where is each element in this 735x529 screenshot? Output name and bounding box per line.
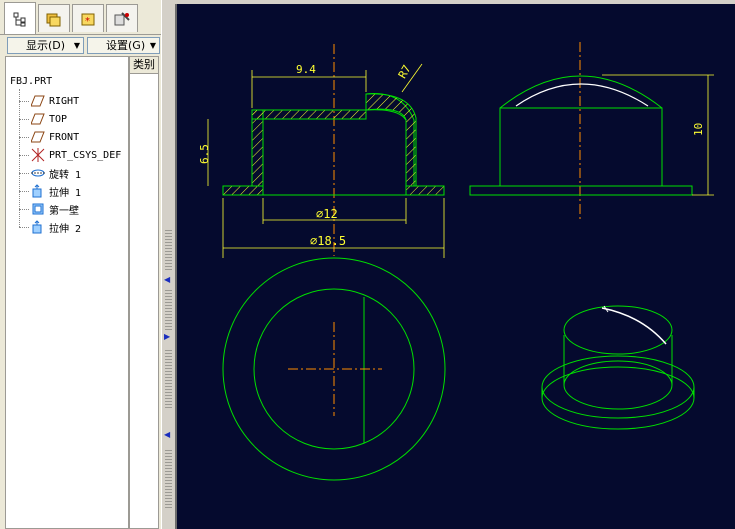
- display-menu-button[interactable]: 显示(D) ▼: [7, 37, 84, 54]
- tree-connector: [19, 227, 29, 228]
- hatch-right-flange: [405, 185, 445, 196]
- tree-item-label: 拉伸 1: [49, 187, 82, 199]
- chevron-left-icon[interactable]: ◀: [164, 430, 170, 439]
- dim-height-left: 6.5: [198, 144, 211, 164]
- tree-item-shell[interactable]: 第一壁: [30, 201, 79, 217]
- front-view: 10: [469, 42, 714, 222]
- tree-column-header[interactable]: 类别: [130, 57, 158, 74]
- tree-connector: [19, 173, 29, 174]
- model-tree-panel: * 显示(D) ▼ 设置(G) ▼ FBJ.PRT RIGHT TOP FRON…: [0, 0, 161, 529]
- chevron-down-icon: ▼: [149, 41, 156, 50]
- datum-plane-icon: [30, 112, 46, 126]
- display-menu-label: 显示(D): [26, 39, 66, 52]
- drawing-canvas[interactable]: 9.4 R7 6.5 ⌀12 ⌀18.5 10: [175, 4, 735, 529]
- tree-item-label: 拉伸 2: [49, 223, 82, 235]
- tree-connector: [19, 101, 29, 102]
- tree-column: 类别: [129, 56, 159, 529]
- tree-item-revolve[interactable]: 旋转 1: [30, 165, 81, 181]
- favorites-tab[interactable]: *: [72, 4, 104, 32]
- settings-menu-label: 设置(G): [106, 39, 146, 52]
- isometric-view: [541, 305, 695, 430]
- favorites-icon: *: [81, 13, 95, 27]
- tree-connector: [19, 89, 20, 227]
- chevron-down-icon: ▼: [73, 41, 80, 50]
- tree-item-label: 第一壁: [49, 205, 79, 217]
- extrude-icon: [30, 220, 46, 234]
- splitter-grip: [165, 230, 172, 270]
- tree-item-extrude-1[interactable]: 拉伸 1: [30, 183, 81, 199]
- tree-item-label: RIGHT: [49, 95, 80, 107]
- chevron-left-icon[interactable]: ◀: [164, 275, 170, 284]
- section-view: 9.4 R7 6.5 ⌀12 ⌀18.5: [198, 44, 445, 258]
- drawing-svg: 9.4 R7 6.5 ⌀12 ⌀18.5 10: [198, 42, 714, 481]
- tree-item-label: 旋转 1: [49, 169, 82, 181]
- tree-connector: [19, 155, 29, 156]
- dim-width-top: 9.4: [296, 63, 316, 76]
- splitter-grip: [165, 350, 172, 410]
- hatch-left-wall: [251, 109, 264, 187]
- tree-connector: [19, 209, 29, 210]
- shell-icon: [30, 202, 46, 216]
- tree-item-front[interactable]: FRONT: [30, 129, 79, 145]
- panel-splitter[interactable]: ◀ ▶ ◀: [161, 0, 176, 529]
- datum-plane-icon: [30, 94, 46, 108]
- extrude-icon: [30, 184, 46, 198]
- connections-icon: [114, 11, 130, 25]
- tree-item-label: PRT_CSYS_DEF: [49, 149, 122, 161]
- tree-item-label: FRONT: [49, 131, 80, 143]
- model-tree: FBJ.PRT RIGHT TOP FRONT PRT_CSYS_DEF 旋转 …: [5, 56, 129, 529]
- top-view: [222, 257, 446, 481]
- folder-browser-tab[interactable]: [38, 4, 70, 32]
- navigator-tabs: *: [0, 0, 161, 34]
- datum-plane-icon: [30, 130, 46, 144]
- tree-connector: [19, 119, 29, 120]
- hatch-left-flange: [222, 185, 264, 196]
- folder-icon: [46, 13, 61, 26]
- tree-root-item[interactable]: FBJ.PRT: [10, 76, 52, 87]
- hatch-arc: [365, 93, 417, 187]
- settings-menu-button[interactable]: 设置(G) ▼: [87, 37, 160, 54]
- tree-toolbar: 显示(D) ▼ 设置(G) ▼: [0, 34, 161, 55]
- connections-tab[interactable]: [106, 4, 138, 32]
- tree-item-label: TOP: [49, 113, 68, 125]
- tree-item-right[interactable]: RIGHT: [30, 93, 79, 109]
- tree-item-csys[interactable]: PRT_CSYS_DEF: [30, 147, 121, 163]
- coordinate-system-icon: [30, 148, 46, 162]
- tree-item-extrude-2[interactable]: 拉伸 2: [30, 219, 81, 235]
- dim-height-right: 10: [692, 123, 705, 136]
- hatch-top: [251, 109, 367, 120]
- svg-text:*: *: [85, 16, 90, 27]
- dim-outer-diameter: ⌀18.5: [310, 234, 346, 248]
- tree-connector: [19, 191, 29, 192]
- chevron-right-icon[interactable]: ▶: [164, 332, 170, 341]
- splitter-grip: [165, 290, 172, 330]
- tree-connector: [19, 137, 29, 138]
- dim-inner-diameter: ⌀12: [316, 207, 338, 221]
- model-tree-tab[interactable]: [4, 2, 36, 34]
- revolve-icon: [30, 166, 46, 180]
- tree-item-top[interactable]: TOP: [30, 111, 67, 127]
- model-tree-icon: [13, 12, 26, 26]
- splitter-grip: [165, 450, 172, 510]
- dim-radius: R7: [396, 63, 414, 81]
